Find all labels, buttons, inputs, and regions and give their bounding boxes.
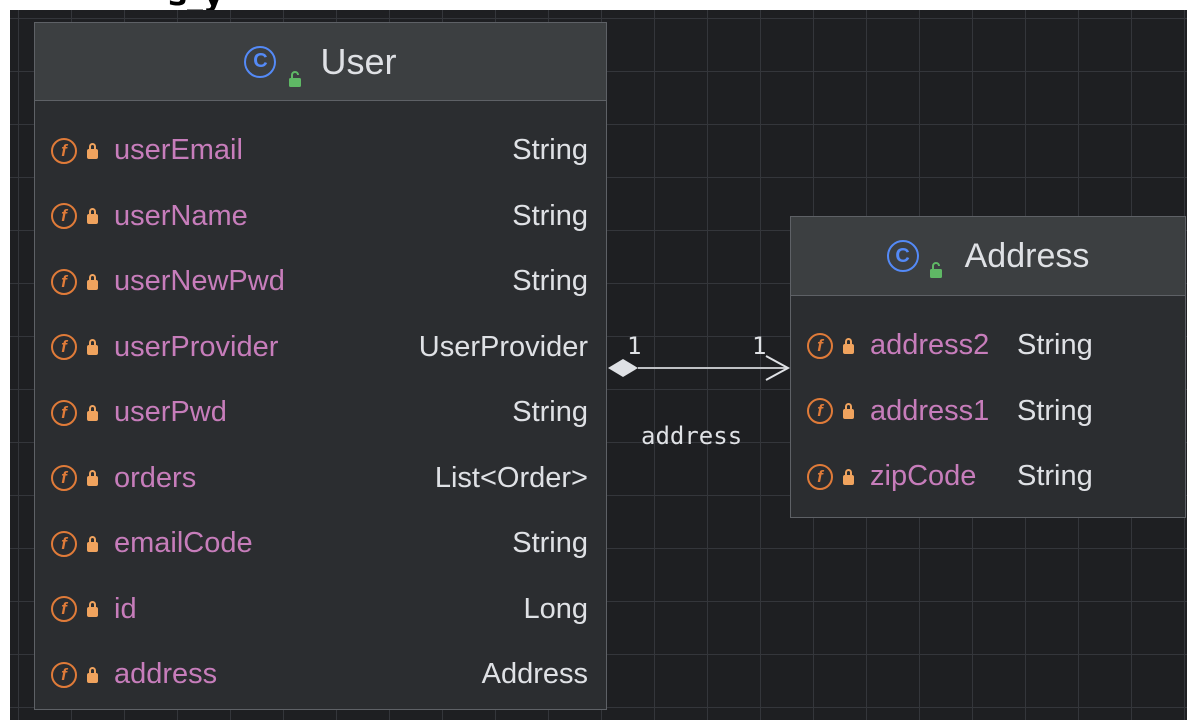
source-multiplicity: 1 (627, 332, 642, 360)
association-label[interactable]: address (641, 424, 742, 448)
target-multiplicity: 1 (752, 332, 767, 360)
association-edge[interactable] (0, 0, 1187, 720)
composition-diamond-icon (608, 359, 638, 377)
